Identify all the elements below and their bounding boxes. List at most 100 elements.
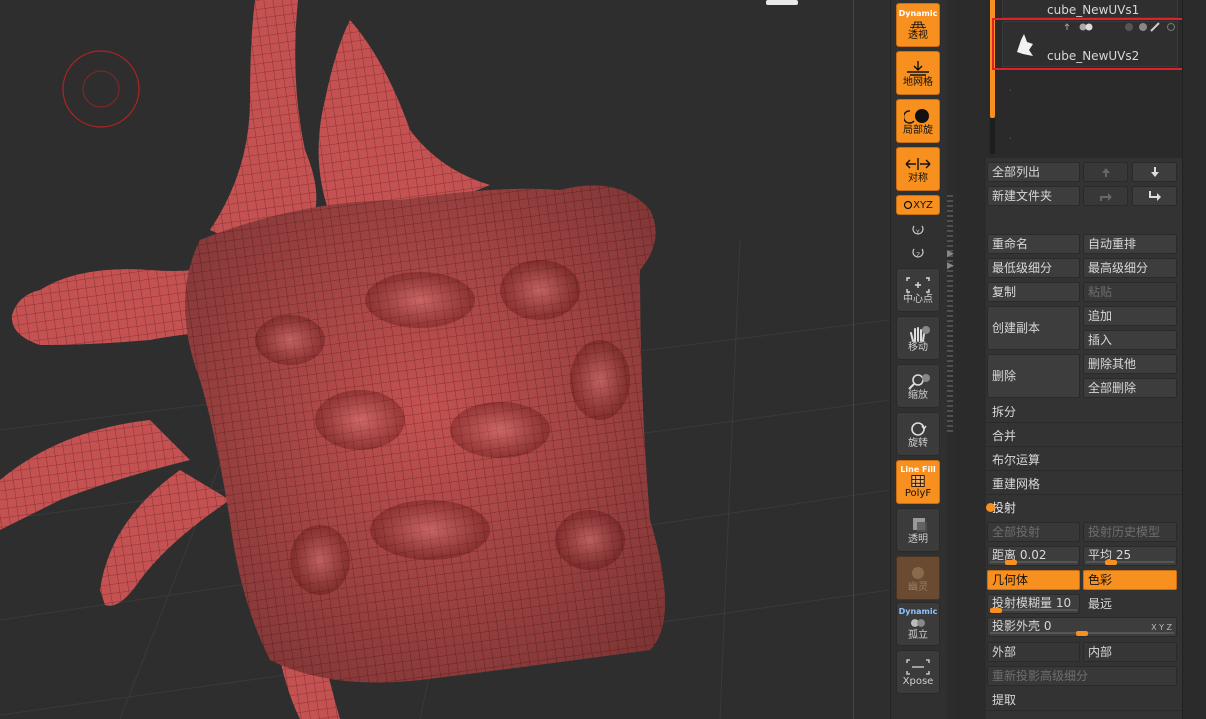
floor-label: 地网格 bbox=[903, 76, 933, 88]
toolbar-scroll-strip[interactable] bbox=[947, 195, 953, 435]
local-symmetry-icon bbox=[904, 108, 929, 124]
symmetry-button[interactable]: 对称 bbox=[896, 147, 940, 191]
slider-track bbox=[990, 561, 1077, 563]
dynamic-label: Dynamic bbox=[898, 9, 938, 18]
solo-label: 孤立 bbox=[908, 630, 928, 641]
solo-button[interactable]: Dynamic 孤立 bbox=[896, 602, 940, 646]
slider-knob[interactable] bbox=[1105, 560, 1117, 565]
viewport-canvas[interactable] bbox=[0, 0, 890, 719]
ghost-label: 幽灵 bbox=[908, 581, 928, 593]
distance-value: 0.02 bbox=[1019, 548, 1047, 562]
geometry-toggle[interactable]: 几何体 bbox=[987, 570, 1080, 590]
frame-corners-icon bbox=[906, 276, 930, 293]
rotate-arrows-icon bbox=[911, 421, 927, 436]
symmetry-label: 对称 bbox=[908, 172, 928, 184]
rotate-button[interactable]: 旋转 bbox=[896, 412, 940, 456]
outer-toggle[interactable]: 外部 bbox=[987, 642, 1080, 662]
delete-other-button[interactable]: 删除其他 bbox=[1083, 354, 1177, 374]
symmetry-arrows-icon bbox=[905, 157, 931, 170]
polyf-label: PolyF bbox=[904, 488, 932, 499]
color-toggle[interactable]: 色彩 bbox=[1083, 570, 1177, 590]
delete-button[interactable]: 删除 bbox=[987, 354, 1080, 398]
rotate-xyz-icon bbox=[903, 200, 913, 210]
slider-knob[interactable] bbox=[1005, 560, 1017, 565]
ghost-button[interactable]: 幽灵 bbox=[896, 556, 940, 600]
boolean-menu[interactable]: 布尔运算 bbox=[986, 449, 1182, 471]
slider-track bbox=[990, 609, 1077, 611]
xyz-label: XYZ bbox=[913, 199, 933, 211]
duplicate-button[interactable]: 复制 bbox=[987, 282, 1080, 302]
distance-slider[interactable]: 距离 0.02 bbox=[987, 546, 1080, 566]
move-folder-up-button[interactable] bbox=[1083, 186, 1128, 206]
inner-toggle[interactable]: 内部 bbox=[1083, 642, 1177, 662]
create-copy-button[interactable]: 创建副本 bbox=[987, 306, 1080, 350]
panel-right-strip bbox=[1182, 0, 1206, 719]
merge-menu[interactable]: 合并 bbox=[986, 425, 1182, 447]
center-point-button[interactable]: 中心点 bbox=[896, 268, 940, 312]
xpose-arrows-icon bbox=[906, 658, 930, 675]
rotate-y-icon: Y bbox=[912, 225, 924, 236]
center-label: 中心点 bbox=[903, 293, 933, 305]
line-fill-label: Line Fill bbox=[900, 465, 936, 474]
projection-blur-slider[interactable]: 投射模糊量 10 bbox=[987, 594, 1080, 614]
delete-all-button[interactable]: 全部删除 bbox=[1083, 378, 1177, 398]
right-shelf-toolbar: Dynamic 透视 地网格 局部旋 对称 XYZ Y Z 中心点 移动 缩放 … bbox=[890, 0, 947, 719]
rotate-z-icon: Z bbox=[912, 248, 924, 259]
xpose-button[interactable]: Xpose bbox=[896, 650, 940, 694]
project-section-header[interactable]: 投射 bbox=[986, 497, 1182, 519]
rename-button[interactable]: 重命名 bbox=[987, 234, 1080, 254]
subtool-list-track bbox=[990, 118, 995, 154]
xyz-rotate-button[interactable]: XYZ bbox=[896, 195, 940, 215]
list-all-button[interactable]: 全部列出 bbox=[987, 162, 1080, 182]
3d-viewport[interactable] bbox=[0, 0, 890, 719]
paste-button[interactable]: 粘贴 bbox=[1083, 282, 1177, 302]
slider-knob[interactable] bbox=[990, 608, 1002, 613]
rotate-label: 旋转 bbox=[908, 437, 928, 449]
sculpted-mesh-model[interactable] bbox=[0, 0, 665, 719]
slider-knob[interactable] bbox=[1076, 631, 1088, 636]
insert-button[interactable]: 插入 bbox=[1083, 330, 1177, 350]
floor-button[interactable]: 地网格 bbox=[896, 51, 940, 95]
section-open-indicator bbox=[986, 503, 995, 512]
slider-track bbox=[1086, 561, 1174, 563]
auto-reorder-button[interactable]: 自动重排 bbox=[1083, 234, 1177, 254]
extract-menu[interactable]: 提取 bbox=[986, 689, 1182, 711]
append-button[interactable]: 追加 bbox=[1083, 306, 1177, 326]
project-history-button[interactable]: 投射历史模型 bbox=[1083, 522, 1177, 542]
rotate-z-button[interactable]: Z bbox=[905, 243, 931, 261]
move-down-button[interactable] bbox=[1132, 162, 1177, 182]
move-button[interactable]: 移动 bbox=[896, 316, 940, 360]
move-folder-down-button[interactable] bbox=[1132, 186, 1177, 206]
zoom-label: 缩放 bbox=[908, 389, 928, 401]
perspective-grid-icon bbox=[910, 21, 926, 29]
hand-move-icon bbox=[910, 325, 930, 342]
xpose-label: Xpose bbox=[902, 675, 934, 687]
arrow-down-icon bbox=[1150, 167, 1159, 177]
brush-cursor bbox=[62, 50, 140, 128]
ghost-icon bbox=[912, 566, 924, 579]
subtool-item[interactable]: cube_NewUVs1 bbox=[1002, 0, 1178, 18]
perspective-button[interactable]: Dynamic 透视 bbox=[896, 3, 940, 47]
rotate-y-button[interactable]: Y bbox=[905, 220, 931, 238]
farthest-toggle[interactable]: 最远 bbox=[1083, 594, 1177, 614]
new-folder-button[interactable]: 新建文件夹 bbox=[987, 186, 1080, 206]
move-label: 移动 bbox=[908, 341, 928, 353]
floor-grid-icon bbox=[907, 60, 929, 76]
mean-slider[interactable]: 平均 25 bbox=[1083, 546, 1177, 566]
zoom-button[interactable]: 缩放 bbox=[896, 364, 940, 408]
polyframe-grid-icon bbox=[911, 475, 925, 487]
polyframe-button[interactable]: Line Fill PolyF bbox=[896, 460, 940, 504]
remesh-menu[interactable]: 重建网格 bbox=[986, 473, 1182, 495]
toolbar-scroll-arrows[interactable]: ▶ ▶ bbox=[947, 248, 954, 272]
split-menu[interactable]: 拆分 bbox=[986, 401, 1182, 423]
reproject-higher-button[interactable]: 重新投影高级细分 bbox=[987, 666, 1177, 686]
transparency-button[interactable]: 透明 bbox=[896, 508, 940, 552]
highest-res-button[interactable]: 最高级细分 bbox=[1083, 258, 1177, 278]
move-up-button[interactable] bbox=[1083, 162, 1128, 182]
perspective-label: 透视 bbox=[908, 30, 928, 41]
local-rotate-button[interactable]: 局部旋 bbox=[896, 99, 940, 143]
lowest-res-button[interactable]: 最低级细分 bbox=[987, 258, 1080, 278]
project-all-button[interactable]: 全部投射 bbox=[987, 522, 1080, 542]
shell-value: 0 bbox=[1043, 619, 1052, 633]
projection-shell-slider[interactable]: 投影外壳 0 X Y Z bbox=[987, 617, 1177, 637]
